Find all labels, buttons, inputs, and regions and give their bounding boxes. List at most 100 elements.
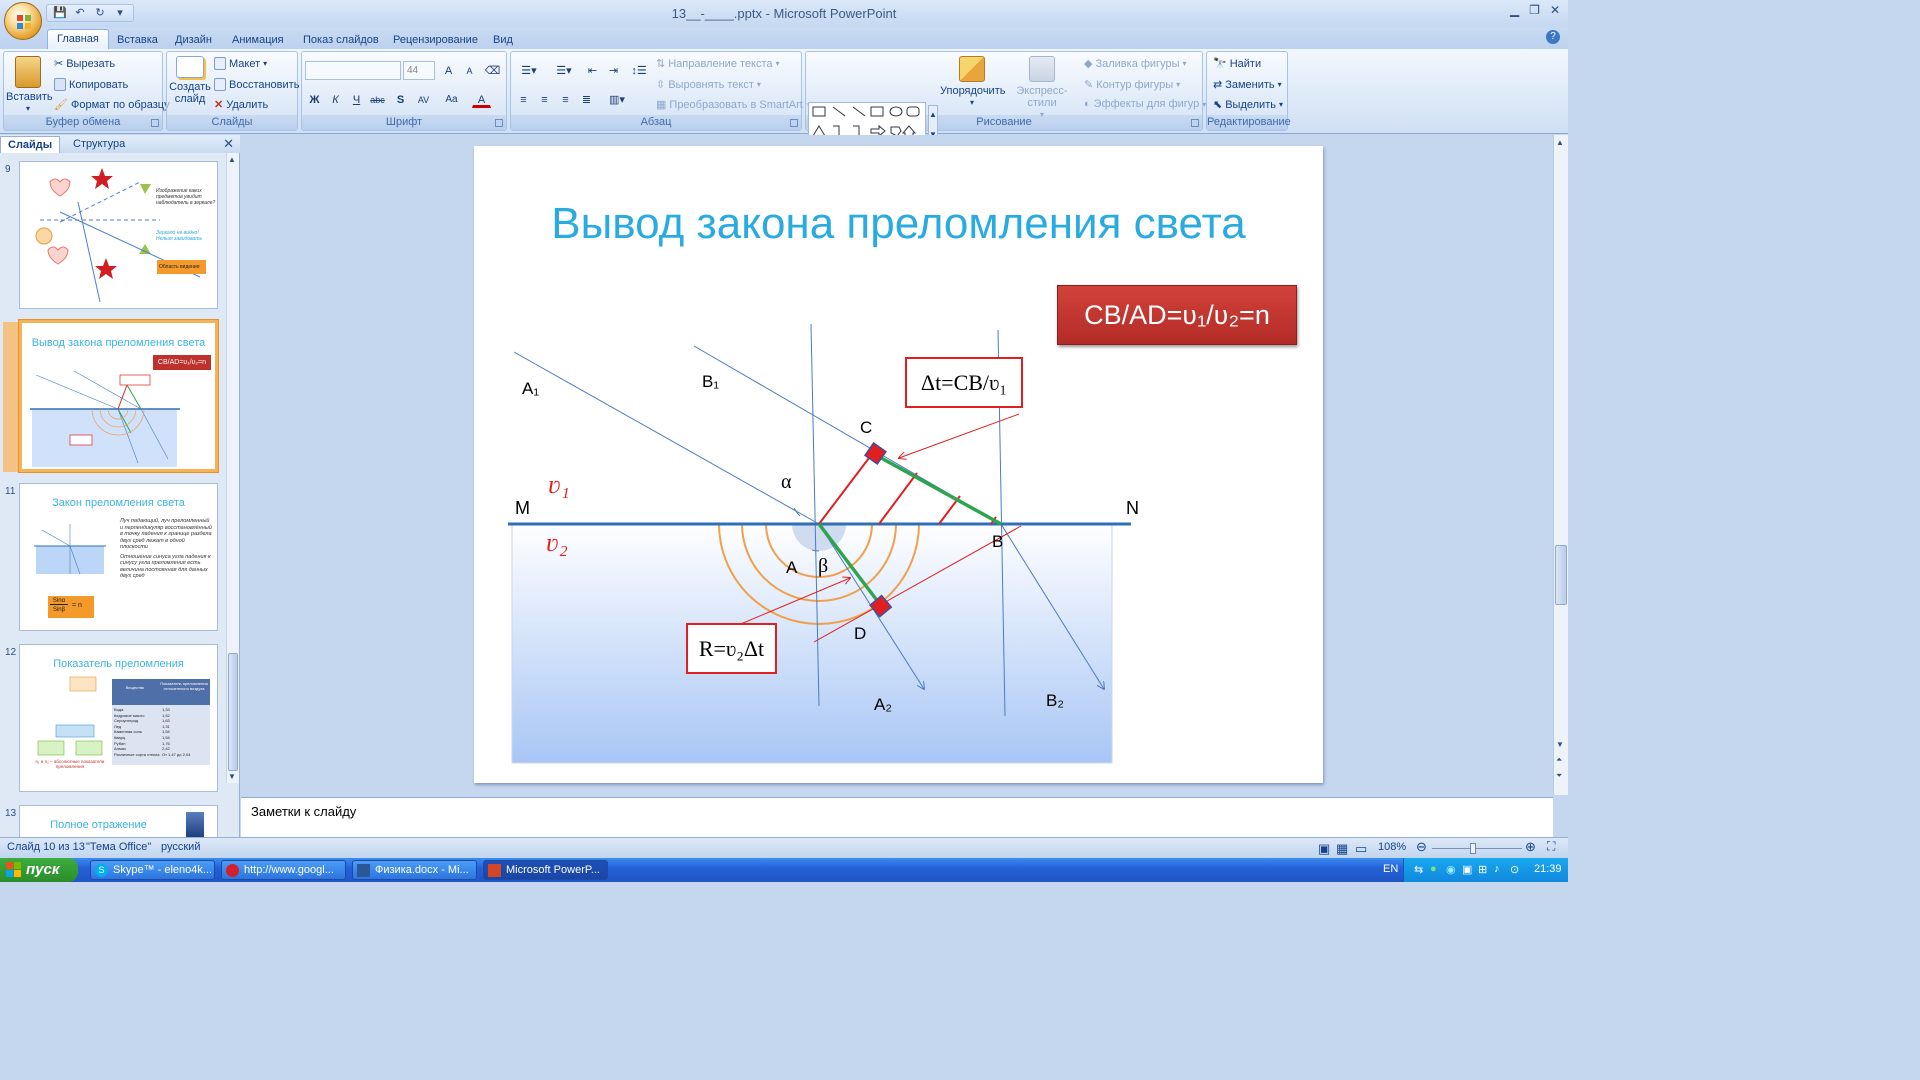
- start-button[interactable]: пуск: [0, 858, 78, 882]
- tray-icon[interactable]: ●: [1430, 863, 1437, 875]
- shape-effects-button[interactable]: ◐ Эффекты для фигур ▾: [1084, 98, 1206, 110]
- replace-button[interactable]: ⇄ Заменить ▾: [1213, 78, 1282, 92]
- paragraph-dialog-launcher[interactable]: [790, 119, 798, 127]
- find-button[interactable]: 🔭 Найти: [1213, 57, 1261, 71]
- task-word[interactable]: Физика.docx - Mi...: [352, 860, 477, 880]
- align-right-button[interactable]: ≡: [556, 90, 575, 108]
- quick-styles-button[interactable]: Экспресс-стили ▾: [1004, 56, 1080, 121]
- delta-t-box[interactable]: Δt=CB/ʋ₁: [905, 357, 1023, 408]
- zoom-level[interactable]: 108%: [1378, 841, 1406, 853]
- tray-icon[interactable]: ⊙: [1510, 863, 1519, 876]
- underline-button[interactable]: Ч: [347, 90, 366, 108]
- grow-font-button[interactable]: A: [439, 61, 458, 79]
- tray-icon[interactable]: ◉: [1446, 863, 1456, 876]
- scroll-down-icon[interactable]: ▼: [228, 772, 236, 781]
- slides-pane-scrollbar[interactable]: ▲ ▼: [226, 153, 239, 783]
- tab-slideshow[interactable]: Показ слайдов: [294, 31, 388, 49]
- decrease-indent-button[interactable]: ⇤: [583, 61, 602, 79]
- slide-canvas[interactable]: Вывод закона преломления света CB/AD=ʋ₁/…: [474, 146, 1323, 783]
- tab-view[interactable]: Вид: [484, 31, 522, 49]
- select-button[interactable]: ⬉ Выделить ▾: [1213, 98, 1283, 112]
- normal-view-icon[interactable]: ▣: [1318, 841, 1330, 857]
- notes-pane[interactable]: Заметки к слайду: [241, 797, 1553, 837]
- slides-pane-scroll-thumb[interactable]: [228, 653, 238, 771]
- reset-button[interactable]: Восстановить: [214, 78, 299, 91]
- scroll-up-icon[interactable]: ▲: [228, 155, 236, 164]
- language-indicator[interactable]: EN: [1383, 863, 1398, 875]
- slide-thumbnail-9[interactable]: Изображение каких предметов увидит наблю…: [19, 161, 218, 309]
- slide-thumbnail-10[interactable]: Вывод закона преломления света CB/AD=ʋ₁/…: [19, 320, 218, 472]
- close-button[interactable]: ✕: [1550, 3, 1560, 17]
- previous-slide-icon[interactable]: ⏶: [1556, 755, 1562, 765]
- slideshow-icon[interactable]: ▭: [1355, 841, 1367, 857]
- align-text-button[interactable]: ⇳ Выровнять текст ▾: [656, 78, 761, 92]
- layout-button[interactable]: Макет ▾: [214, 57, 267, 70]
- zoom-in-icon[interactable]: ⊕: [1525, 839, 1536, 855]
- slide-thumbnail-13[interactable]: Полное отражение: [19, 805, 218, 840]
- copy-button[interactable]: Копировать: [54, 78, 128, 91]
- help-icon[interactable]: ?: [1546, 30, 1560, 44]
- font-dialog-launcher[interactable]: [495, 119, 503, 127]
- increase-indent-button[interactable]: ⇥: [604, 61, 623, 79]
- office-button[interactable]: [4, 2, 42, 40]
- font-name-combo[interactable]: [305, 61, 401, 80]
- slide-scrollbar[interactable]: ▲ ▼ ⏶ ⏷: [1553, 135, 1568, 795]
- minimize-button[interactable]: ▁: [1510, 3, 1519, 17]
- new-slide-button[interactable]: Создать слайд: [169, 56, 211, 105]
- tab-outline-panel[interactable]: Структура: [66, 136, 132, 153]
- char-spacing-button[interactable]: AV: [414, 90, 433, 108]
- close-pane-button[interactable]: ✕: [223, 136, 234, 152]
- shrink-font-button[interactable]: A: [460, 61, 479, 79]
- tab-review[interactable]: Рецензирование: [384, 31, 487, 49]
- format-painter-button[interactable]: 🖌 Формат по образцу: [54, 98, 170, 112]
- smartart-button[interactable]: ▦Преобразовать в SmartArt▾: [656, 98, 810, 112]
- tab-slides-panel[interactable]: Слайды: [0, 136, 61, 153]
- task-skype[interactable]: S Skype™ - eleno4k...: [90, 860, 215, 880]
- status-language[interactable]: русский: [161, 841, 200, 853]
- clock[interactable]: 21:39: [1534, 863, 1562, 875]
- tab-home[interactable]: Главная: [47, 29, 109, 50]
- status-theme[interactable]: "Тема Office": [86, 841, 151, 853]
- numbering-button[interactable]: ☰▾: [549, 61, 579, 79]
- tab-insert[interactable]: Вставка: [108, 31, 167, 49]
- zoom-slider-thumb[interactable]: [1470, 843, 1476, 854]
- scroll-down-icon[interactable]: ▼: [1556, 740, 1564, 749]
- line-spacing-button[interactable]: ↕☰: [627, 61, 651, 79]
- radius-box[interactable]: R=ʋ₂Δt: [686, 623, 777, 674]
- slide-thumbnail-12[interactable]: Показатель преломления Вещество Показате…: [19, 644, 218, 792]
- italic-button[interactable]: К: [326, 90, 345, 108]
- zoom-out-icon[interactable]: ⊖: [1416, 839, 1427, 855]
- font-color-button[interactable]: A: [472, 90, 491, 108]
- change-case-button[interactable]: Aa: [442, 90, 461, 108]
- justify-button[interactable]: ≣: [577, 90, 596, 108]
- zoom-slider[interactable]: [1432, 848, 1522, 849]
- tray-icon[interactable]: ▣: [1462, 863, 1472, 876]
- drawing-dialog-launcher[interactable]: [1191, 119, 1199, 127]
- cut-button[interactable]: ✂ Вырезать: [54, 57, 115, 71]
- task-powerpoint[interactable]: Microsoft PowerP...: [483, 860, 608, 880]
- task-opera[interactable]: http://www.googl...: [221, 860, 346, 880]
- shape-fill-button[interactable]: ◆ Заливка фигуры ▾: [1084, 57, 1187, 71]
- bold-button[interactable]: Ж: [305, 90, 324, 108]
- scroll-up-icon[interactable]: ▲: [1556, 138, 1564, 147]
- paste-button[interactable]: Вставить ▾: [6, 56, 53, 115]
- slide-scroll-thumb[interactable]: [1555, 545, 1567, 605]
- align-left-button[interactable]: ≡: [514, 90, 533, 108]
- text-direction-button[interactable]: ⇅ Направление текста ▾: [656, 57, 780, 71]
- align-center-button[interactable]: ≡: [535, 90, 554, 108]
- restore-button[interactable]: ❐: [1529, 3, 1540, 17]
- slide-thumbnail-11[interactable]: Закон преломления света Луч падающий, лу…: [19, 483, 218, 631]
- volume-icon[interactable]: ♪: [1494, 863, 1500, 875]
- bullets-button[interactable]: ☰▾: [514, 61, 544, 79]
- next-slide-icon[interactable]: ⏷: [1556, 771, 1562, 781]
- fit-to-window-icon[interactable]: ⛶: [1547, 839, 1555, 854]
- tab-animation[interactable]: Анимация: [223, 31, 293, 49]
- shadow-button[interactable]: S: [391, 90, 410, 108]
- clear-format-button[interactable]: ⌫: [483, 61, 502, 79]
- strike-button[interactable]: abc: [368, 90, 387, 108]
- tab-design[interactable]: Дизайн: [166, 31, 221, 49]
- network-icon[interactable]: ⊞: [1478, 863, 1487, 876]
- tray-icon[interactable]: ⇆: [1414, 863, 1423, 876]
- shape-outline-button[interactable]: ✎ Контур фигуры ▾: [1084, 78, 1180, 92]
- delete-slide-button[interactable]: ✕ Удалить: [214, 98, 268, 112]
